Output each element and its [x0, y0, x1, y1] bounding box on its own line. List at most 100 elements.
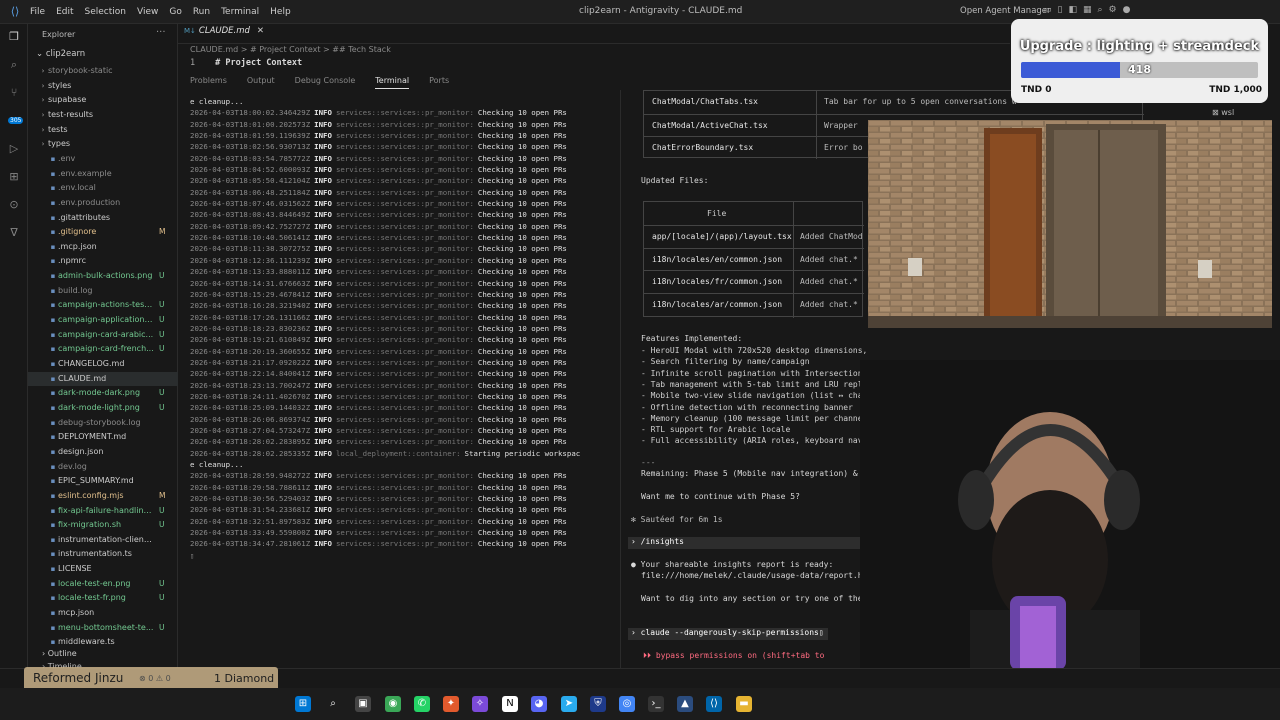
tree-item[interactable]: ▪ locale-test-fr.png U [28, 591, 178, 605]
menu-file[interactable]: File [30, 7, 45, 17]
tree-item[interactable]: ▪ EPIC_SUMMARY.md [28, 474, 178, 488]
tree-item[interactable]: ▪ design.json [28, 445, 178, 459]
tree-item[interactable]: ▪ middleware.ts [28, 635, 178, 649]
windows-start-icon[interactable]: ⊞ [295, 696, 311, 712]
tree-item[interactable]: ▪ .npmrc [28, 254, 178, 268]
breadcrumb[interactable]: CLAUDE.md > # Project Context > ## Tech … [190, 45, 391, 54]
tree-item[interactable]: › supabase [28, 93, 178, 107]
tree-item[interactable]: ▪ instrumentation.ts [28, 547, 178, 561]
tree-item[interactable]: ▪ LICENSE [28, 562, 178, 576]
customize-layout-icon[interactable]: ▦ [1083, 5, 1092, 15]
tree-item[interactable]: ▪ CLAUDE.md [28, 371, 178, 386]
line-text[interactable]: # Project Context [215, 58, 302, 68]
tree-item[interactable]: ▪ .env.example [28, 167, 178, 181]
tree-item[interactable]: ▪ dev.log [28, 460, 178, 474]
terminal-profile[interactable]: ⊠ wsl [1212, 108, 1234, 117]
tree-item[interactable]: ▪ debug-storybook.log [28, 416, 178, 430]
tree-item[interactable]: › storybook-static [28, 64, 178, 78]
log-message: Checking 10 open PRs [477, 323, 567, 333]
workspace-root[interactable]: ⌄ clip2earn [36, 49, 85, 59]
tree-item[interactable]: ▪ .gitattributes [28, 211, 178, 225]
shield-icon[interactable]: ⛨ [590, 696, 606, 712]
tree-item[interactable]: › styles [28, 79, 178, 93]
tree-item[interactable]: ▪ DEPLOYMENT.md [28, 430, 178, 444]
tree-item[interactable]: › types [28, 137, 178, 151]
prompt-input[interactable]: › claude --dangerously-skip-permissions▯ [631, 628, 824, 637]
tree-item[interactable]: ▪ instrumentation-client.ts [28, 533, 178, 547]
tree-item[interactable]: ▪ fix-migration.sh U [28, 518, 178, 532]
menu-view[interactable]: View [137, 7, 158, 17]
tree-item[interactable]: ▪ .env.production [28, 196, 178, 210]
menu-edit[interactable]: Edit [56, 7, 73, 17]
telegram-icon[interactable]: ➤ [561, 696, 577, 712]
tab-problems[interactable]: Problems [190, 76, 227, 89]
discord-icon[interactable]: ◕ [531, 696, 547, 712]
menu-help[interactable]: Help [270, 7, 291, 17]
tree-item[interactable]: ▪ locale-test-en.png U [28, 577, 178, 591]
log-line: 2026-04-03T18:22:14.840041Z INFO services:… [190, 368, 615, 379]
tree-item[interactable]: ▪ campaign-application-... U [28, 313, 178, 327]
panel-divider[interactable] [620, 90, 621, 670]
tree-item[interactable]: ▪ CHANGELOG.md [28, 357, 178, 371]
tree-item[interactable]: ▪ campaign-actions-test... U [28, 298, 178, 312]
tree-item[interactable]: ▪ campaign-card-french... U [28, 342, 178, 356]
tree-item[interactable]: ▪ menu-bottomsheet-te... U [28, 621, 178, 635]
panel-toggle-icon[interactable]: ▯ [1058, 5, 1063, 15]
search-icon[interactable]: ⌕ [1098, 5, 1103, 15]
report-path[interactable]: file:///home/melek/.claude/usage-data/re… [641, 571, 877, 580]
remote-icon[interactable]: ⊙ [7, 198, 21, 212]
chrome-icon[interactable]: ◉ [385, 696, 401, 712]
tab-debug-console[interactable]: Debug Console [295, 76, 356, 89]
vue-icon[interactable]: ∇ [7, 226, 21, 240]
copilot-icon[interactable]: ✦ [443, 696, 459, 712]
open-agent-manager-button[interactable]: Open Agent Manager [960, 6, 1051, 16]
more-actions-icon[interactable]: ··· [156, 27, 166, 38]
tree-item[interactable]: ▪ .gitignore M [28, 225, 178, 239]
menu-run[interactable]: Run [193, 7, 210, 17]
tree-item[interactable]: › tests [28, 123, 178, 137]
tab-claude-md[interactable]: M↓ CLAUDE.md ✕ [184, 26, 264, 36]
run-debug-icon[interactable]: ▷ [7, 142, 21, 156]
whatsapp-icon[interactable]: ✆ [414, 696, 430, 712]
tree-item[interactable]: ▪ .mcp.json [28, 240, 178, 254]
tree-item[interactable]: ▪ mcp.json [28, 606, 178, 620]
task-view-icon[interactable]: ▣ [355, 696, 371, 712]
file-explorer-icon[interactable]: ▬ [736, 696, 752, 712]
tree-item[interactable]: ▪ dark-mode-light.png U [28, 401, 178, 415]
tree-item[interactable]: ▪ campaign-card-arabic... U [28, 328, 178, 342]
menu-terminal[interactable]: Terminal [221, 7, 259, 17]
layout-icon[interactable]: ▭ [1043, 5, 1052, 15]
settings-icon[interactable]: ⚙ [1109, 5, 1117, 15]
notion-icon[interactable]: N [502, 696, 518, 712]
log-level: INFO [314, 482, 332, 492]
tree-item[interactable]: ▪ build.log [28, 284, 178, 298]
account-icon[interactable]: ● [1123, 5, 1131, 15]
terminal-icon[interactable]: ›_ [648, 696, 664, 712]
tab-output[interactable]: Output [247, 76, 275, 89]
extensions-icon[interactable]: ⊞ [7, 170, 21, 184]
tree-item[interactable]: ▪ fix-api-failure-handling.md U [28, 504, 178, 518]
tree-item[interactable]: ▪ admin-bulk-actions.png U [28, 269, 178, 283]
tree-item[interactable]: ▪ eslint.config.mjs M [28, 489, 178, 503]
tree-item[interactable]: › test-results [28, 108, 178, 122]
vscode-icon[interactable]: ⟨⟩ [706, 696, 722, 712]
search-icon[interactable]: ⌕ [325, 696, 341, 712]
terminal-log[interactable]: e cleanup... 2026-04-03T18:00:02.346429Z I… [190, 96, 615, 561]
close-icon[interactable]: ✕ [257, 26, 264, 36]
tree-item[interactable]: ▪ .env.local [28, 181, 178, 195]
antigravity-icon[interactable]: ▲ [677, 696, 693, 712]
menu-selection[interactable]: Selection [85, 7, 126, 17]
problems-counter[interactable]: ⊗ 0 ⚠ 0 [139, 674, 171, 683]
search-icon[interactable]: ⌕ [7, 58, 21, 72]
source-control-icon[interactable]: ⑂ [7, 86, 21, 100]
explorer-icon[interactable]: ❐ [7, 30, 21, 44]
browser-icon[interactable]: ◎ [619, 696, 635, 712]
tab-terminal[interactable]: Terminal [375, 76, 410, 89]
tree-item[interactable]: ▪ .env [28, 152, 178, 166]
sidebar-toggle-icon[interactable]: ◧ [1068, 5, 1077, 15]
outline-section[interactable]: › Outline [42, 649, 77, 658]
tab-ports[interactable]: Ports [429, 76, 449, 89]
tree-item[interactable]: ▪ dark-mode-dark.png U [28, 386, 178, 400]
menu-go[interactable]: Go [169, 7, 181, 17]
app-icon[interactable]: ✧ [472, 696, 488, 712]
